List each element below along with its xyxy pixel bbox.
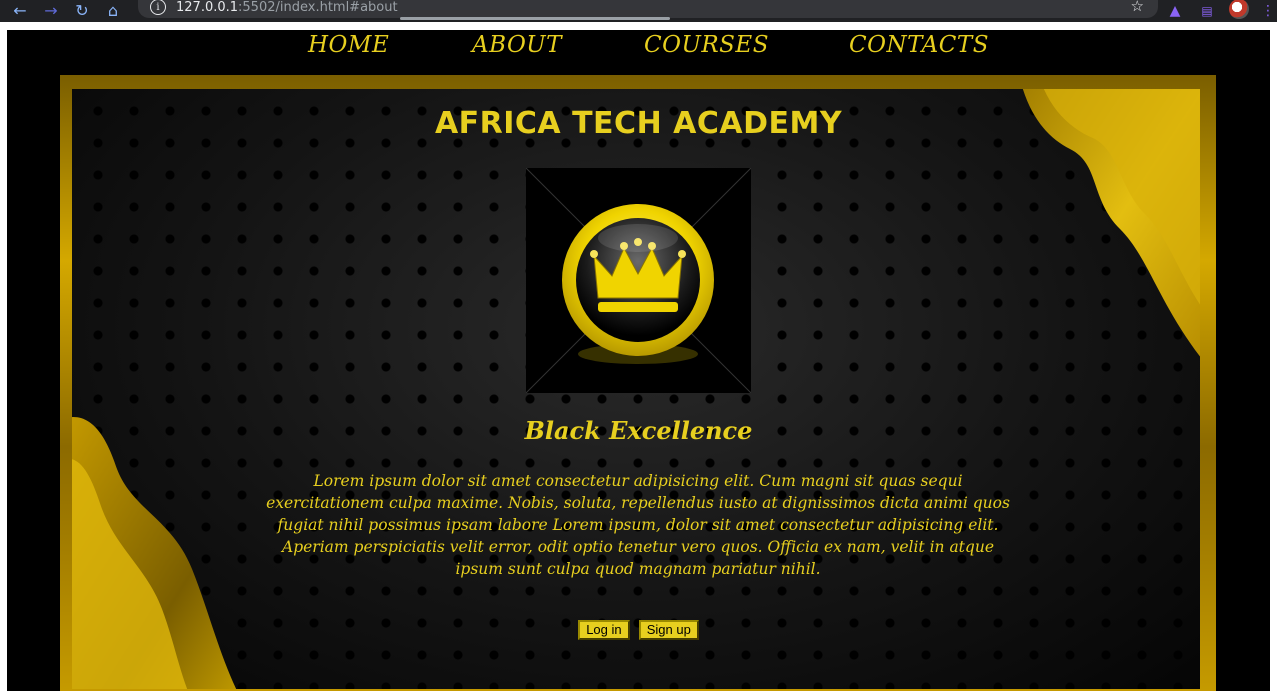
- page-viewport: HOME ABOUT COURSES CONTACTS AFRICA TECH …: [7, 30, 1270, 691]
- reload-icon[interactable]: ↻: [71, 0, 93, 22]
- forward-arrow-icon[interactable]: →: [40, 0, 62, 22]
- hero-content: AFRICA TECH ACADEMY Black Excellence Lor…: [7, 30, 1270, 691]
- back-arrow-icon[interactable]: ←: [9, 0, 31, 22]
- crown-icon: [526, 168, 751, 393]
- about-paragraph: Lorem ipsum dolor sit amet consectetur a…: [266, 472, 1010, 578]
- login-button[interactable]: Log in: [578, 620, 630, 640]
- extensions-puzzle-icon[interactable]: ▲: [1166, 0, 1184, 22]
- kebab-menu-icon[interactable]: ⋮: [1261, 0, 1275, 22]
- profile-avatar[interactable]: [1228, 0, 1250, 22]
- url-text: 127.0.0.1:5502/index.html#about: [176, 0, 398, 15]
- url-path: :5502/index.html#about: [238, 0, 398, 15]
- crown-logo: [526, 168, 751, 393]
- tagline-heading: Black Excellence: [524, 416, 753, 445]
- page-title: AFRICA TECH ACADEMY: [434, 106, 843, 141]
- address-bar[interactable]: i 127.0.0.1:5502/index.html#about ☆: [138, 0, 1158, 18]
- home-icon[interactable]: ⌂: [102, 0, 124, 22]
- bookmark-star-icon[interactable]: ☆: [1131, 0, 1144, 15]
- url-host: 127.0.0.1: [176, 0, 239, 15]
- site-info-icon[interactable]: i: [150, 0, 166, 15]
- browser-toolbar: ← → ↻ ⌂ i 127.0.0.1:5502/index.html#abou…: [0, 0, 1277, 22]
- cast-icon[interactable]: ▤: [1198, 0, 1216, 22]
- signup-button[interactable]: Sign up: [638, 620, 699, 640]
- tab-scroll-indicator: [400, 17, 670, 20]
- avatar-image: [1229, 0, 1249, 19]
- auth-buttons: Log in Sign up: [7, 619, 1270, 640]
